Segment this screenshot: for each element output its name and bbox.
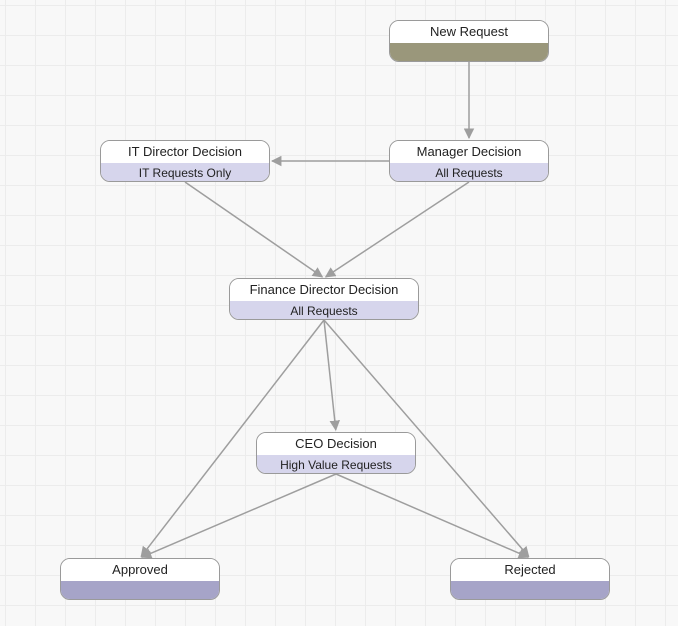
node-subtitle <box>390 43 548 62</box>
edge <box>324 320 336 430</box>
workflow-canvas[interactable]: New Request Manager Decision All Request… <box>0 0 678 626</box>
node-title: Approved <box>61 559 219 581</box>
edge <box>142 474 336 557</box>
node-title: Rejected <box>451 559 609 581</box>
node-subtitle: All Requests <box>230 301 418 320</box>
node-title: IT Director Decision <box>101 141 269 163</box>
node-title: CEO Decision <box>257 433 415 455</box>
node-subtitle <box>451 581 609 600</box>
node-title: Finance Director Decision <box>230 279 418 301</box>
edge <box>336 474 528 557</box>
node-subtitle <box>61 581 219 600</box>
node-new-request[interactable]: New Request <box>389 20 549 62</box>
node-subtitle: IT Requests Only <box>101 163 269 182</box>
edge <box>326 182 469 277</box>
node-rejected[interactable]: Rejected <box>450 558 610 600</box>
node-ceo-decision[interactable]: CEO Decision High Value Requests <box>256 432 416 474</box>
node-subtitle: High Value Requests <box>257 455 415 474</box>
node-finance-director-decision[interactable]: Finance Director Decision All Requests <box>229 278 419 320</box>
node-manager-decision[interactable]: Manager Decision All Requests <box>389 140 549 182</box>
node-it-director-decision[interactable]: IT Director Decision IT Requests Only <box>100 140 270 182</box>
node-title: Manager Decision <box>390 141 548 163</box>
node-title: New Request <box>390 21 548 43</box>
node-approved[interactable]: Approved <box>60 558 220 600</box>
edge <box>185 182 322 277</box>
node-subtitle: All Requests <box>390 163 548 182</box>
